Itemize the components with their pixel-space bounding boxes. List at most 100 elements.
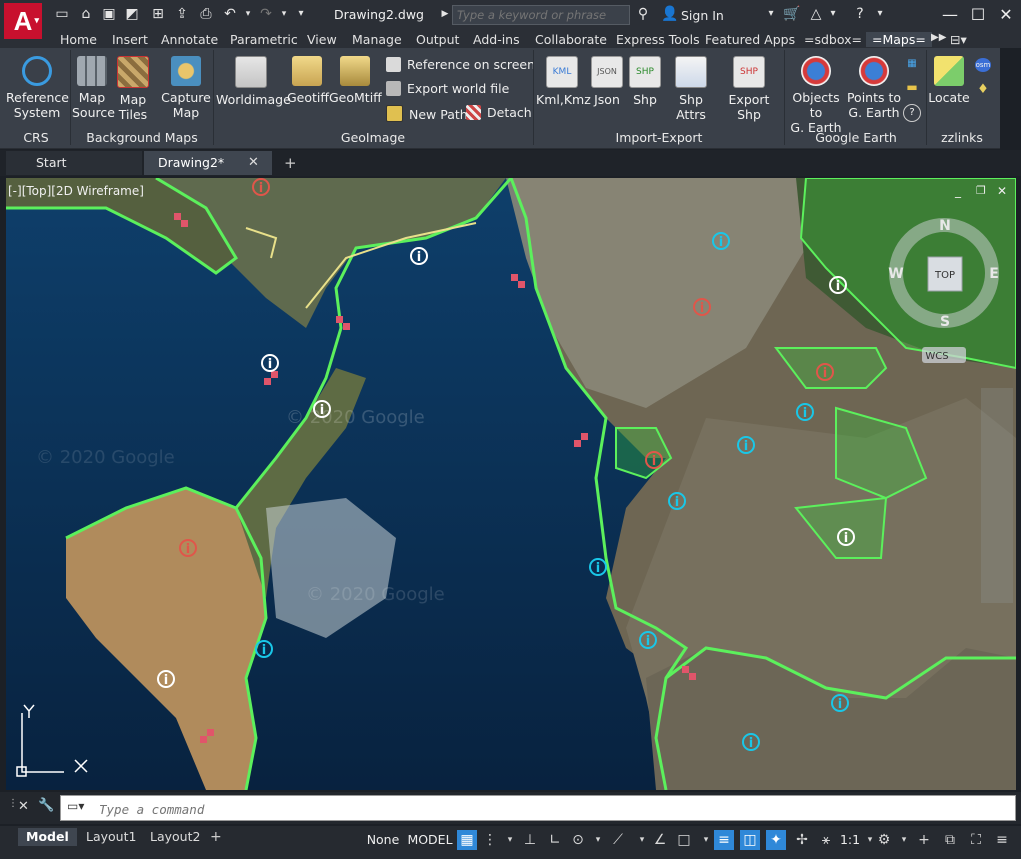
annotation-scale[interactable]: 1:1 xyxy=(838,830,862,850)
reference-on-screen-button[interactable]: Reference on screen xyxy=(386,57,535,72)
ortho-mode-icon[interactable]: ∟ xyxy=(545,830,565,850)
lineweight-icon[interactable]: ≡ xyxy=(714,830,734,850)
maximize-button[interactable]: ☐ xyxy=(966,4,990,26)
export-shp-button[interactable]: SHP Export Shp xyxy=(719,56,779,122)
ribbon-tabs-overflow-icon[interactable]: ▶▶ xyxy=(931,32,946,43)
application-menu-button[interactable]: A ▾ xyxy=(4,3,42,39)
autodesk-app-store-icon[interactable]: 🛒 xyxy=(783,6,800,22)
search-box[interactable] xyxy=(452,5,631,25)
snap-status-none[interactable]: None xyxy=(364,830,402,850)
new-tab-icon[interactable]: + xyxy=(284,151,297,175)
customize-quick-access-icon[interactable]: ▾ xyxy=(293,6,309,22)
tab-sdbox[interactable]: =sdbox= xyxy=(804,32,862,47)
save-icon[interactable]: ▣ xyxy=(101,6,117,22)
google-earth-folder-icon[interactable]: ▬ xyxy=(904,80,920,95)
osm-link-icon[interactable]: osm xyxy=(975,58,991,72)
detach-button[interactable]: Detach xyxy=(466,105,532,120)
annotation-visibility-icon[interactable]: ⚹ xyxy=(816,830,836,850)
command-line-grip-icon[interactable]: ⋮ xyxy=(8,798,18,809)
viewport-restore-icon[interactable]: ❐ xyxy=(976,184,986,197)
3d-osnap-icon[interactable]: ✢ xyxy=(792,830,812,850)
selection-cycling-icon[interactable]: ✦ xyxy=(766,830,786,850)
locate-button[interactable]: Locate xyxy=(928,56,970,105)
redo-dropdown-icon[interactable]: ▾ xyxy=(276,6,292,22)
sign-in-dropdown-icon[interactable]: ▾ xyxy=(763,6,779,22)
layout-tab-layout1[interactable]: Layout1 xyxy=(78,828,144,846)
command-customize-icon[interactable]: 🔧 xyxy=(38,798,54,813)
isolate-objects-icon[interactable]: ⧉ xyxy=(940,830,960,850)
customization-menu-icon[interactable]: ≡ xyxy=(992,830,1012,850)
polar-tracking-icon[interactable]: ⊙ xyxy=(568,830,588,850)
help-dropdown-icon[interactable]: ▾ xyxy=(872,6,888,22)
drawing-viewport[interactable]: © 2020 Google © 2020 Google © 2020 Googl… xyxy=(6,178,1016,790)
json-button[interactable]: JSON Json xyxy=(590,56,624,107)
polar-dropdown-icon[interactable]: ▾ xyxy=(588,830,608,850)
search-expand-icon[interactable]: ▶ xyxy=(437,6,453,22)
add-layout-icon[interactable]: + xyxy=(210,828,222,846)
shp-button[interactable]: SHP Shp xyxy=(628,56,662,107)
save-as-icon[interactable]: ◩ xyxy=(124,6,140,22)
sign-in-button[interactable]: Sign In xyxy=(681,8,724,23)
tab-view[interactable]: View xyxy=(307,32,337,47)
capture-map-button[interactable]: Capture Map xyxy=(160,56,212,120)
redo-icon[interactable]: ↷ xyxy=(258,6,274,22)
marker-link-icon[interactable]: ♦ xyxy=(975,82,991,97)
tab-annotate[interactable]: Annotate xyxy=(161,32,218,47)
undo-icon[interactable]: ↶ xyxy=(222,6,238,22)
infer-constraints-icon[interactable]: ⊥ xyxy=(520,830,540,850)
tab-output[interactable]: Output xyxy=(416,32,459,47)
file-tab-start[interactable]: Start xyxy=(6,151,142,175)
open-web-icon[interactable]: ⊞ xyxy=(150,6,166,22)
worldimage-button[interactable]: Worldimage xyxy=(216,56,291,107)
search-binoculars-icon[interactable]: ⚲ xyxy=(635,6,651,22)
isometric-dropdown-icon[interactable]: ▾ xyxy=(632,830,652,850)
undo-dropdown-icon[interactable]: ▾ xyxy=(240,6,256,22)
annotation-monitor-icon[interactable]: + xyxy=(914,830,934,850)
workspace-gear-icon[interactable]: ⚙ xyxy=(874,830,894,850)
viewport-minimize-icon[interactable]: _ xyxy=(955,184,961,198)
tab-parametric[interactable]: Parametric xyxy=(230,32,298,47)
command-close-icon[interactable]: ✕ xyxy=(18,799,29,814)
snap-mode-icon[interactable]: ⋮ xyxy=(480,830,500,850)
object-snap-dropdown-icon[interactable]: ▾ xyxy=(696,830,716,850)
grid-display-icon[interactable]: ▦ xyxy=(457,830,477,850)
user-icon[interactable]: 👤 xyxy=(661,6,678,22)
isometric-drafting-icon[interactable]: ⟋ xyxy=(608,830,628,850)
new-file-icon[interactable]: ▭ xyxy=(54,6,70,22)
tab-featuredapps[interactable]: Featured Apps xyxy=(705,32,795,47)
tab-addins[interactable]: Add-ins xyxy=(473,32,520,47)
tab-home[interactable]: Home xyxy=(60,32,97,47)
google-earth-settings-icon[interactable]: ▦ xyxy=(904,56,920,71)
a360-icon[interactable]: △ xyxy=(808,6,824,22)
close-button[interactable]: ✕ xyxy=(994,4,1018,26)
tab-insert[interactable]: Insert xyxy=(112,32,148,47)
layout-tab-model[interactable]: Model xyxy=(18,828,77,846)
ribbon-minimize-icon[interactable]: ⊟▾ xyxy=(950,32,967,47)
tab-expresstools[interactable]: Express Tools xyxy=(616,32,700,47)
transparency-icon[interactable]: ◫ xyxy=(740,830,760,850)
viewport-controls-label[interactable]: [-][Top][2D Wireframe] xyxy=(8,184,144,198)
map-tiles-button[interactable]: Map Tiles xyxy=(113,56,153,122)
viewport-close-icon[interactable]: ✕ xyxy=(997,184,1007,198)
clean-screen-icon[interactable]: ⛶ xyxy=(966,830,986,850)
geomtiff-button[interactable]: GeoMtiff xyxy=(329,56,382,105)
geotiff-button[interactable]: Geotiff xyxy=(287,56,329,105)
tab-maps[interactable]: =Maps= xyxy=(866,32,932,47)
shp-attrs-button[interactable]: Shp Attrs xyxy=(664,56,718,122)
kml-kmz-button[interactable]: KML Kml,Kmz xyxy=(536,56,591,107)
snap-dropdown-icon[interactable]: ▾ xyxy=(500,830,520,850)
minimize-button[interactable]: — xyxy=(938,4,962,26)
a360-dropdown-icon[interactable]: ▾ xyxy=(825,6,841,22)
object-snap-tracking-icon[interactable]: ∠ xyxy=(650,830,670,850)
new-path-button[interactable]: New Path xyxy=(386,105,468,122)
workspace-dropdown-icon[interactable]: ▾ xyxy=(894,830,914,850)
map-source-button[interactable]: Map Source xyxy=(72,56,115,120)
save-web-icon[interactable]: ⇪ xyxy=(174,6,190,22)
plot-icon[interactable]: ⎙ xyxy=(198,6,214,22)
object-snap-icon[interactable]: □ xyxy=(674,830,694,850)
google-earth-help-icon[interactable]: ? xyxy=(903,104,921,122)
tab-collaborate[interactable]: Collaborate xyxy=(535,32,607,47)
reference-system-button[interactable]: Reference System xyxy=(6,56,69,120)
open-folder-icon[interactable]: ⌂ xyxy=(78,6,94,22)
objects-to-google-earth-button[interactable]: Objects to G. Earth xyxy=(786,56,846,135)
